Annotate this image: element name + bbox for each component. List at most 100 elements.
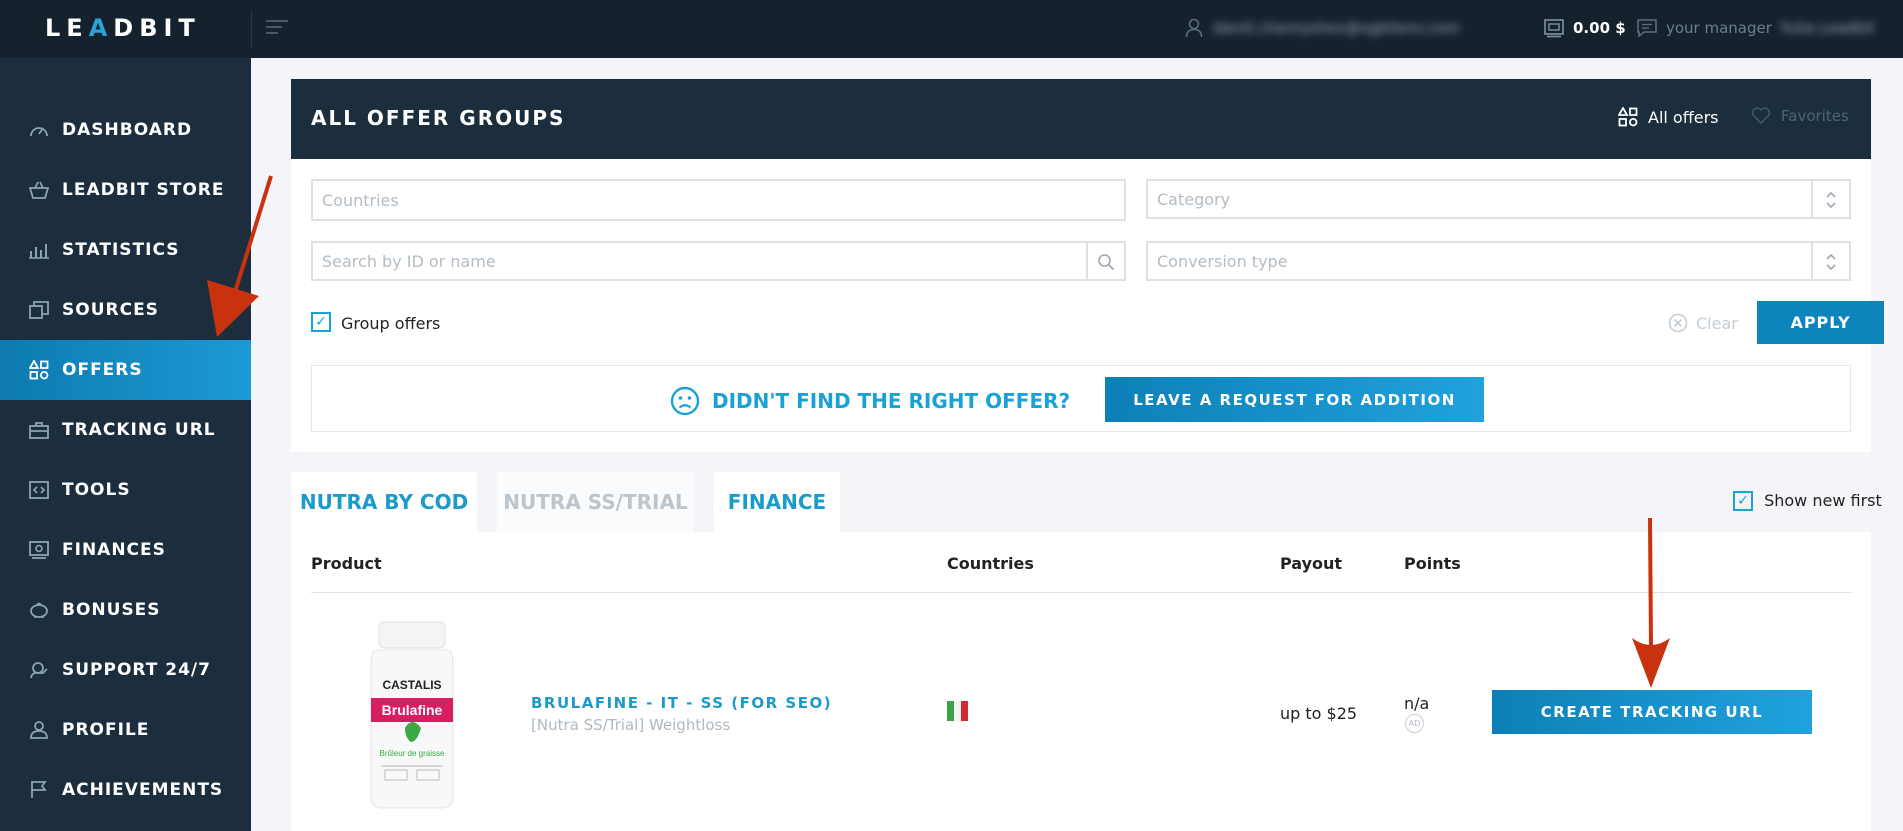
leadbit-logo[interactable]: LEADBIT: [45, 14, 201, 42]
offer-name-link[interactable]: BRULAFINE - IT - SS (FOR SEO): [531, 694, 832, 712]
manager-contact[interactable]: your manager Yulia Leadbit: [1636, 18, 1875, 38]
show-new-first-checkbox[interactable]: ✓: [1733, 490, 1753, 511]
basket-icon: [28, 179, 50, 201]
sidebar-item-label: DASHBOARD: [62, 120, 193, 140]
column-header-countries: Countries: [947, 554, 1034, 573]
header-divider: [311, 592, 1851, 593]
sidebar-item-sources[interactable]: SOURCES: [0, 280, 251, 340]
not-found-text: DIDN'T FIND THE RIGHT OFFER?: [712, 389, 1071, 413]
briefcase-icon: [28, 419, 50, 441]
balance[interactable]: 0.00 $: [1543, 18, 1626, 38]
user-icon: [1185, 18, 1203, 38]
support-icon: [28, 659, 50, 681]
points-value: n/a: [1404, 694, 1430, 713]
favorites-toggle[interactable]: Favorites: [1751, 107, 1849, 125]
sidebar-item-tracking-url[interactable]: TRACKING URL: [0, 400, 251, 460]
countries-placeholder: Countries: [322, 190, 399, 210]
sidebar-item-label: SUPPORT 24/7: [62, 660, 211, 680]
offers-icon: [1618, 107, 1638, 127]
bar-chart-icon: [28, 239, 50, 261]
leave-request-button[interactable]: LEAVE A REQUEST FOR ADDITION: [1105, 377, 1484, 422]
sidebar-item-label: STATISTICS: [62, 240, 180, 260]
tab-nutra-ss-trial[interactable]: NUTRA SS/TRIAL: [497, 472, 694, 532]
show-new-first-label: Show new first: [1764, 491, 1882, 510]
user-icon: [28, 719, 50, 741]
flag-icon: [28, 779, 50, 801]
sidebar-item-support[interactable]: SUPPORT 24/7: [0, 640, 251, 700]
chat-icon: [1637, 19, 1657, 38]
manager-label: your manager: [1666, 19, 1772, 37]
logo-text-right: DBIT: [113, 14, 201, 42]
clear-icon: [1668, 313, 1688, 333]
page-title: ALL OFFER GROUPS: [311, 106, 566, 130]
wallet-icon: [1544, 19, 1564, 38]
menu-toggle-icon[interactable]: [266, 20, 288, 36]
category-select[interactable]: Category: [1146, 179, 1851, 219]
search-input[interactable]: Search by ID or name: [311, 241, 1126, 281]
product-tagline-text: Brûleur de graisse: [380, 749, 445, 758]
clear-label: Clear: [1696, 313, 1738, 333]
conversion-placeholder: Conversion type: [1157, 251, 1288, 271]
clear-button[interactable]: Clear: [1668, 313, 1738, 333]
sidebar-item-bonuses[interactable]: BONUSES: [0, 580, 251, 640]
search-icon[interactable]: [1086, 243, 1124, 281]
user-email: daniil.chernyshev@xgbilenv.com: [1213, 19, 1460, 37]
sidebar-item-statistics[interactable]: STATISTICS: [0, 220, 251, 280]
sidebar-item-finances[interactable]: FINANCES: [0, 520, 251, 580]
sort-arrows-icon: [1811, 243, 1849, 281]
apply-button[interactable]: APPLY: [1757, 301, 1884, 344]
show-new-first[interactable]: ✓ Show new first: [1733, 490, 1882, 511]
offer-category: [Nutra SS/Trial] Weightloss: [531, 716, 731, 734]
product-brand-text: CASTALIS: [382, 678, 441, 692]
sidebar-item-label: OFFERS: [62, 360, 143, 380]
topbar-divider: [251, 10, 252, 48]
balance-value: 0.00 $: [1573, 19, 1626, 37]
user-account[interactable]: daniil.chernyshev@xgbilenv.com: [1185, 18, 1460, 38]
not-found-banner: DIDN'T FIND THE RIGHT OFFER?: [311, 365, 1851, 432]
offer-groups-header: ALL OFFER GROUPS All offers Favorites: [291, 79, 1871, 159]
sidebar-item-leadbit-store[interactable]: LEADBIT STORE: [0, 160, 251, 220]
all-offers-toggle[interactable]: All offers: [1618, 107, 1719, 127]
not-found-message: DIDN'T FIND THE RIGHT OFFER?: [670, 386, 1070, 416]
sidebar-item-dashboard[interactable]: DASHBOARD: [0, 100, 251, 160]
code-icon: [28, 479, 50, 501]
sidebar-item-label: PROFILE: [62, 720, 150, 740]
gauge-icon: [28, 119, 50, 141]
layers-icon: [28, 299, 50, 321]
manager-name: Yulia Leadbit: [1779, 19, 1875, 37]
group-offers-checkbox[interactable]: ✓: [311, 312, 331, 332]
sidebar-item-label: LEADBIT STORE: [62, 180, 225, 200]
sidebar-item-offers[interactable]: OFFERS: [0, 340, 251, 400]
sidebar: DASHBOARD LEADBIT STORE STATISTICS SOURC…: [0, 58, 251, 831]
piggy-bank-icon: [28, 599, 50, 621]
search-placeholder: Search by ID or name: [322, 251, 496, 271]
category-placeholder: Category: [1157, 189, 1231, 209]
favorites-label: Favorites: [1781, 107, 1849, 125]
heart-icon: [1751, 107, 1771, 125]
money-icon: [28, 539, 50, 561]
sidebar-item-achievements[interactable]: ACHIEVEMENTS: [0, 760, 251, 820]
top-bar: LEADBIT daniil.chernyshev@xgbilenv.com 0…: [0, 0, 1903, 58]
sidebar-item-tools[interactable]: TOOLS: [0, 460, 251, 520]
sad-face-icon: [670, 386, 700, 416]
offers-icon: [28, 359, 50, 381]
sidebar-item-label: FINANCES: [62, 540, 166, 560]
column-header-payout: Payout: [1280, 554, 1343, 573]
offers-table: Product Countries Payout Points CASTALIS…: [291, 532, 1871, 831]
sidebar-item-label: TOOLS: [62, 480, 131, 500]
column-header-points: Points: [1404, 554, 1461, 573]
sidebar-item-profile[interactable]: PROFILE: [0, 700, 251, 760]
product-image[interactable]: CASTALIS Brulafine Brûleur de graisse: [367, 620, 457, 810]
tab-nutra-by-cod[interactable]: NUTRA BY COD: [291, 472, 477, 532]
logo-text-accent: A: [88, 14, 114, 42]
conversion-type-select[interactable]: Conversion type: [1146, 241, 1851, 281]
all-offers-label: All offers: [1648, 107, 1719, 127]
sort-arrows-icon: [1811, 181, 1849, 219]
sidebar-item-label: BONUSES: [62, 600, 161, 620]
column-header-product: Product: [311, 554, 382, 573]
group-offers-label: Group offers: [341, 314, 441, 333]
create-tracking-url-button[interactable]: CREATE TRACKING URL: [1492, 690, 1812, 734]
countries-select[interactable]: Countries: [311, 179, 1126, 221]
logo-text-left: LE: [45, 14, 89, 42]
tab-finance[interactable]: FINANCE: [714, 472, 840, 532]
